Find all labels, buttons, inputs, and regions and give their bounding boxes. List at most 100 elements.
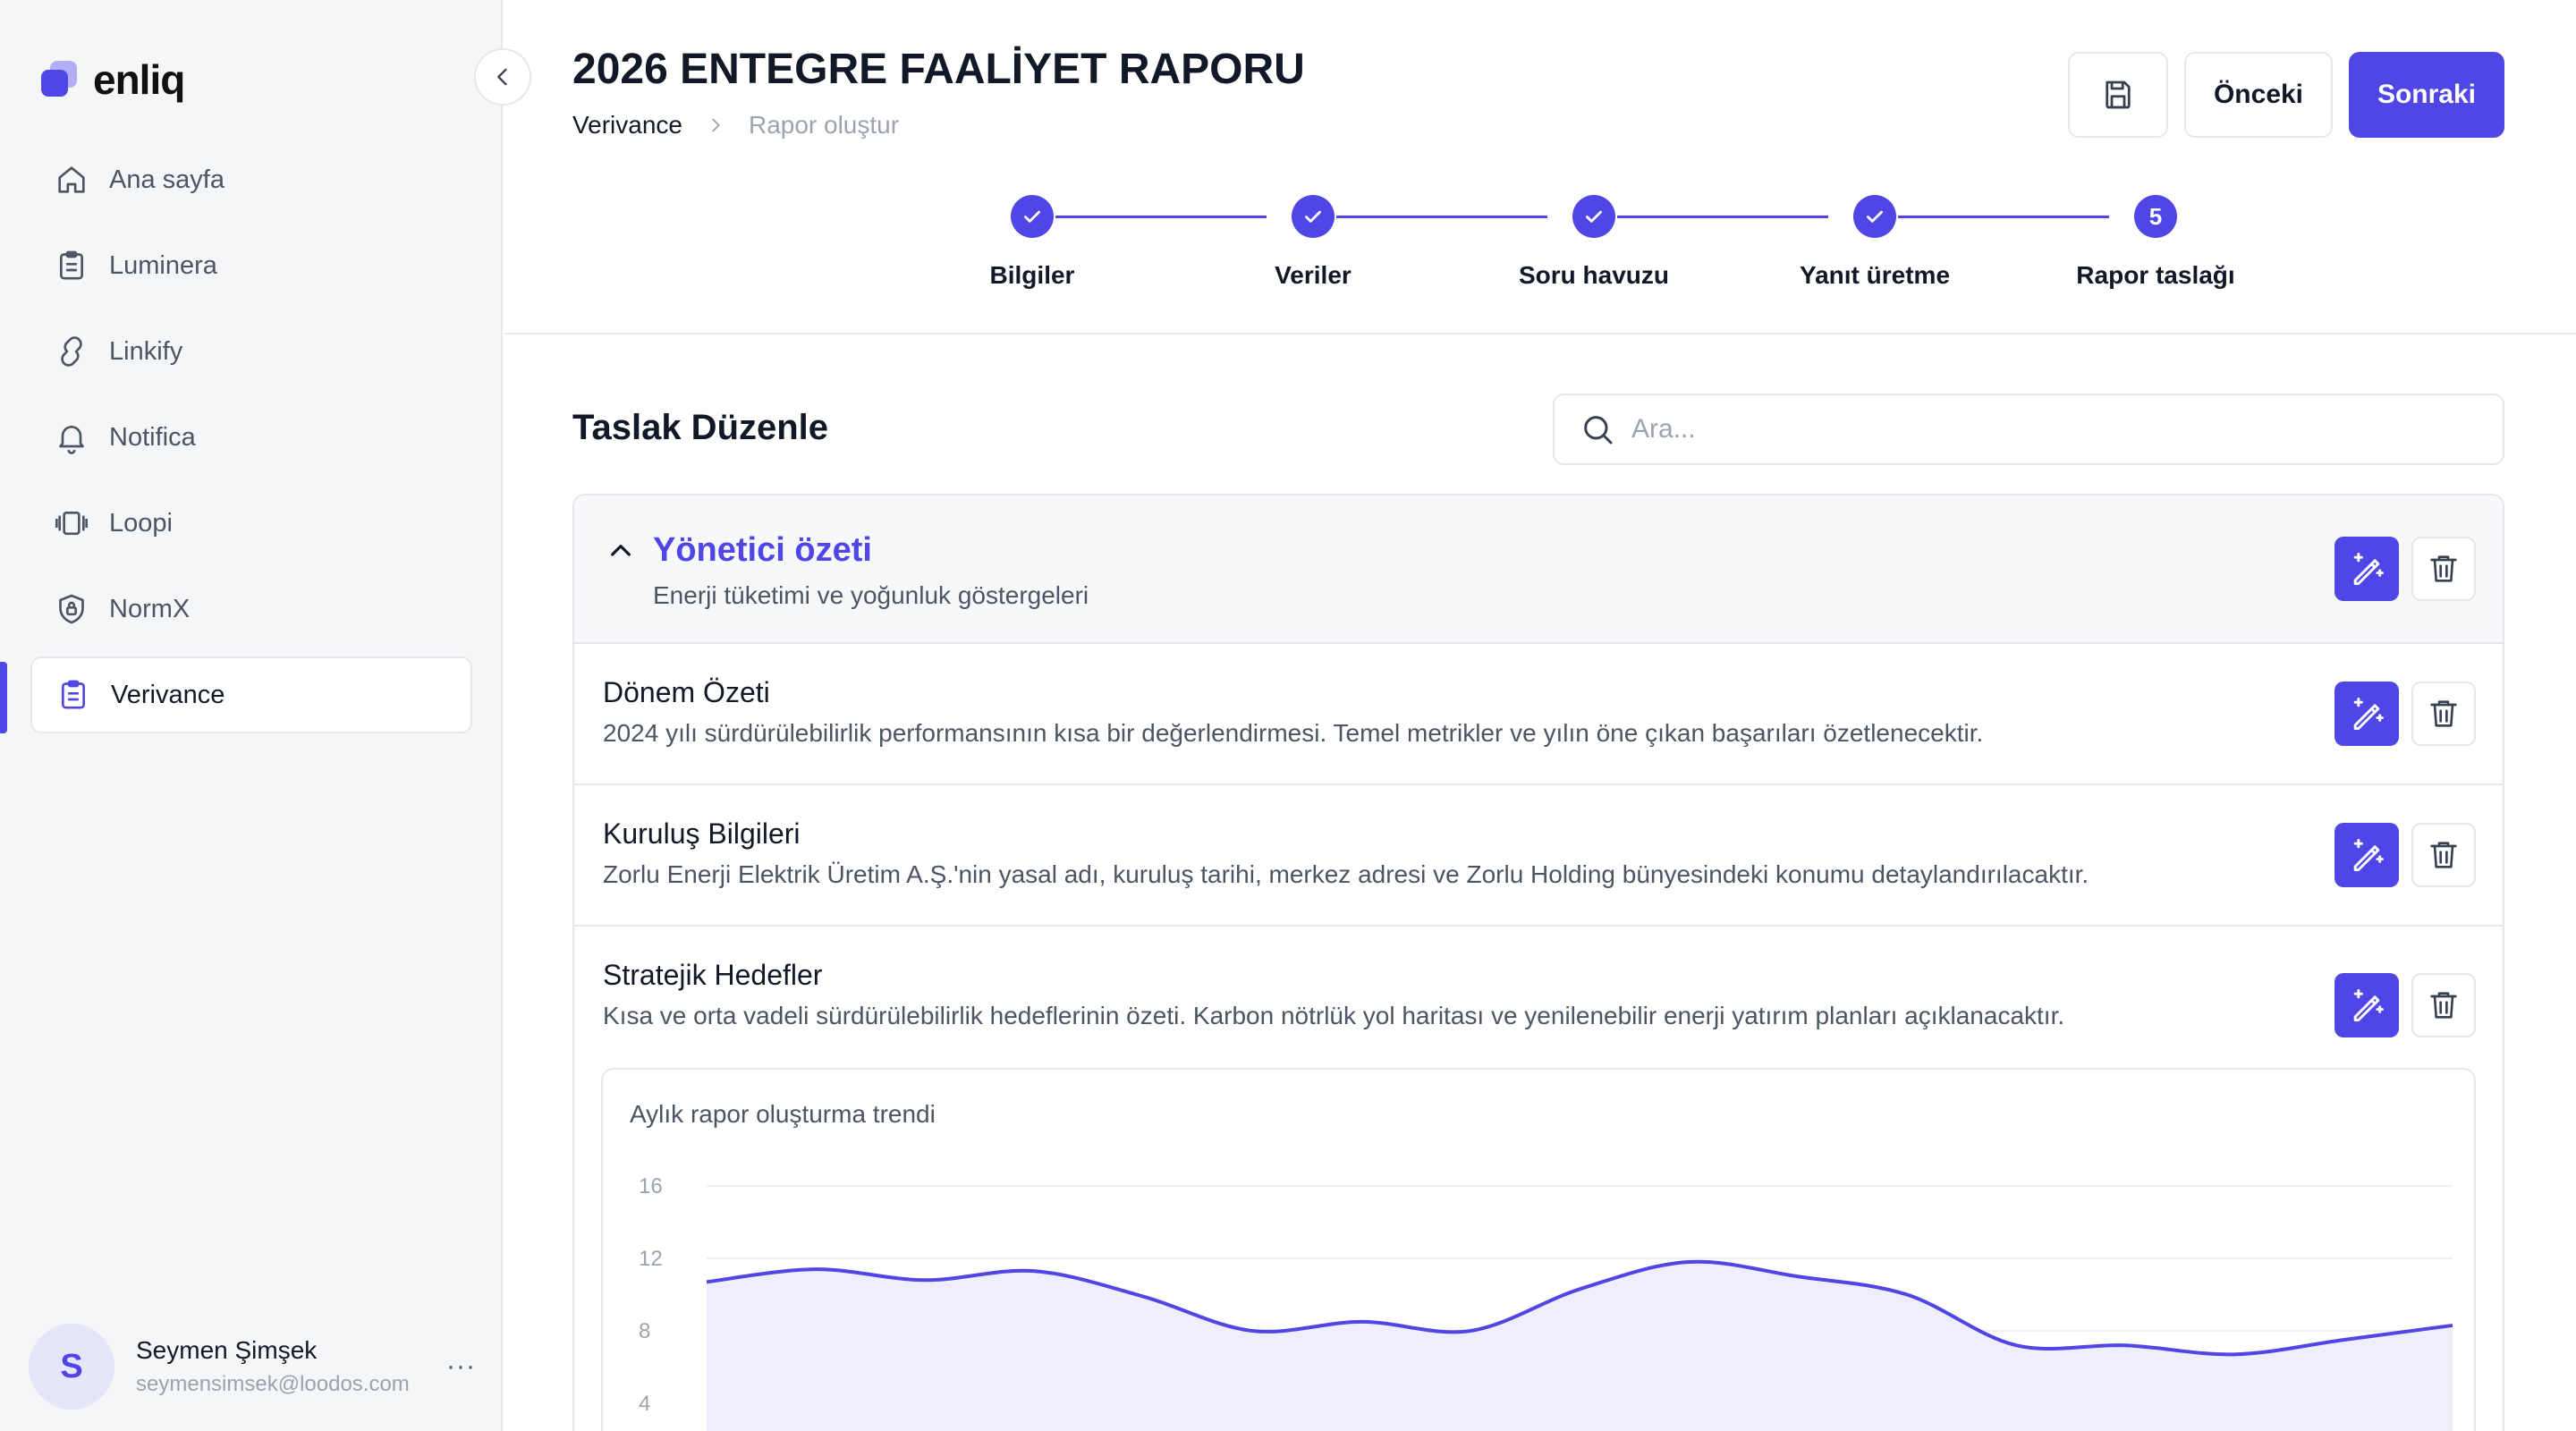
delete-button[interactable] [2411,973,2476,1037]
chevron-up-icon[interactable] [606,537,635,570]
step-yanit-uretme[interactable]: Yanıt üretme [1741,195,2009,290]
section-title: Taslak Düzenle [572,408,829,447]
row-title: Kuruluş Bilgileri [603,817,801,850]
magic-wand-icon [2353,698,2384,730]
avatar: S [29,1324,114,1410]
chevron-right-icon [706,115,725,135]
row-actions [2334,682,2476,746]
step-number: 5 [2134,195,2177,238]
trash-icon [2430,992,2457,1019]
breadcrumb: Verivance Rapor oluştur [572,111,899,140]
section-group-title: Yönetici özeti [653,531,872,569]
link-icon [52,332,91,371]
logo-mark-icon [41,59,82,100]
shield-lock-icon [52,589,91,629]
search-icon [1584,416,1613,445]
ai-edit-button[interactable] [2334,682,2399,746]
save-button[interactable] [2068,52,2168,138]
sidebar-item-label: Notifica [109,422,196,452]
magic-wand-icon [2353,989,2384,1021]
check-icon [1292,195,1335,238]
ai-edit-button[interactable] [2334,973,2399,1037]
row-actions [2334,823,2476,887]
more-options-icon[interactable]: ··· [446,1351,476,1382]
trash-icon [2430,555,2457,582]
breadcrumb-item-verivance[interactable]: Verivance [572,111,682,140]
check-icon [1853,195,1896,238]
user-name: Seymen Şimşek [136,1336,318,1364]
y-tick-label: 16 [639,1174,663,1198]
page-header: 2026 ENTEGRE FAALİYET RAPORU Verivance R… [504,0,2576,334]
y-tick-label: 8 [639,1319,650,1343]
collapse-sidebar-button[interactable] [474,48,531,106]
check-icon [1572,195,1615,238]
step-label: Yanıt üretme [1799,261,1951,289]
user-email: seymensimsek@loodos.com [136,1372,410,1396]
y-tick-label: 4 [639,1392,650,1416]
clipboard-icon [52,246,91,285]
sidebar-item-label: Linkify [109,336,183,366]
trend-chart-card: Aylık rapor oluşturma trendi 16 12 8 4 [601,1068,2476,1431]
trash-icon [2430,842,2457,868]
next-button[interactable]: Sonraki [2349,52,2504,138]
step-label: Veriler [1275,261,1352,289]
row-title: Stratejik Hedefler [603,959,823,991]
sidebar-item-loopi[interactable]: Loopi [30,485,472,562]
trend-chart: 16 12 8 4 [639,1174,2453,1431]
row-description: 2024 yılı sürdürülebilirlik performansın… [603,719,1984,747]
sidebar-item-luminera[interactable]: Luminera [30,227,472,304]
progress-stepper: Bilgiler Veriler Soru havuzu Yanıt üretm… [898,195,2329,311]
delete-button[interactable] [2411,823,2476,887]
row-actions [2334,973,2476,1037]
section-row[interactable]: Stratejik Hedefler Kısa ve orta vadeli s… [574,927,2503,1431]
header-actions: Önceki Sonraki [2068,52,2504,138]
section-row[interactable]: Kuruluş Bilgileri Zorlu Enerji Elektrik … [574,785,2503,927]
sidebar-item-label: NormX [109,594,191,623]
logo[interactable]: enliq [41,55,185,104]
active-indicator [0,662,7,733]
sidebar-item-linkify[interactable]: Linkify [30,313,472,390]
step-label: Bilgiler [989,261,1075,289]
row-actions [2334,537,2476,601]
page-title: 2026 ENTEGRE FAALİYET RAPORU [572,46,1305,93]
save-icon [2106,80,2131,109]
section-row[interactable]: Dönem Özeti 2024 yılı sürdürülebilirlik … [574,644,2503,785]
row-title: Dönem Özeti [603,676,770,708]
search-input[interactable] [1631,414,2436,445]
check-icon [1011,195,1054,238]
previous-button[interactable]: Önceki [2184,52,2333,138]
delete-button[interactable] [2411,537,2476,601]
chevron-left-icon [497,68,507,86]
user-profile[interactable]: S Seymen Şimşek seymensimsek@loodos.com … [29,1322,476,1411]
sidebar-item-label: Luminera [109,250,217,280]
breadcrumb-item-current: Rapor oluştur [748,111,900,139]
draft-sections-card: Yönetici özeti Enerji tüketimi ve yoğunl… [572,494,2504,1431]
delete-button[interactable] [2411,682,2476,746]
section-group-subtitle: Enerji tüketimi ve yoğunluk göstergeleri [653,581,1089,609]
logo-text: enliq [93,56,185,103]
sidebar-item-label: Verivance [111,680,225,709]
magic-wand-icon [2353,839,2384,871]
section-group-header[interactable]: Yönetici özeti Enerji tüketimi ve yoğunl… [574,495,2503,644]
ai-edit-button[interactable] [2334,823,2399,887]
sidebar-item-label: Loopi [109,508,173,538]
row-description: Zorlu Enerji Elektrik Üretim A.Ş.'nin ya… [603,860,2089,888]
sidebar-item-verivance[interactable]: Verivance [30,656,472,733]
sidebar-item-notifica[interactable]: Notifica [30,399,472,476]
y-tick-label: 12 [639,1247,663,1271]
magic-wand-icon [2353,553,2384,585]
trash-icon [2430,700,2457,727]
sidebar: enliq Ana sayfa Luminera Linkify Notific… [0,0,503,1431]
clipboard-list-icon [54,675,93,715]
ai-edit-button[interactable] [2334,537,2399,601]
row-description: Kısa ve orta vadeli sürdürülebilirlik he… [603,1002,2065,1029]
sidebar-item-normx[interactable]: NormX [30,571,472,648]
sidebar-item-ana-sayfa[interactable]: Ana sayfa [30,141,472,218]
step-rapor-taslagi[interactable]: 5 Rapor taslağı [2021,195,2290,290]
step-veriler[interactable]: Veriler [1179,195,1447,290]
step-soru-havuzu[interactable]: Soru havuzu [1460,195,1728,290]
step-bilgiler[interactable]: Bilgiler [898,195,1166,290]
sidebar-item-label: Ana sayfa [109,165,225,194]
sidebar-nav: Ana sayfa Luminera Linkify Notifica Loop… [30,141,472,742]
search-box[interactable] [1553,394,2504,465]
